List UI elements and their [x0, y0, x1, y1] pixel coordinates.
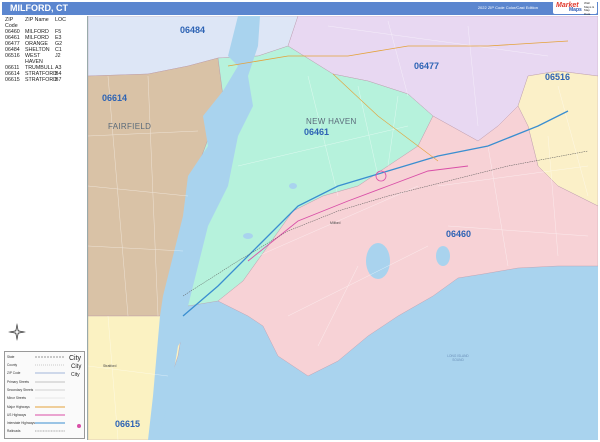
place-label-milford: Milford [330, 221, 341, 225]
zip-table-header: ZIP Code ZIP Name LOC [5, 17, 69, 29]
zip-label-06516: 06516 [545, 72, 571, 82]
zip-table-row: 06615 STRATFORD B7 [5, 77, 69, 83]
logo-tagline: Wall Maps & Map Data [584, 1, 595, 16]
map-legend: State County ZIP Code Primary Streets Se… [4, 351, 85, 439]
zip-code-table: ZIP Code ZIP Name LOC 06460 MILFORD F5 064… [5, 17, 69, 83]
map-frame: MILFORD, CT 2022 ZIP Code Color/Cast Edi… [0, 0, 600, 442]
zip-label-06614: 06614 [102, 93, 128, 103]
compass-rose-icon [8, 323, 26, 341]
pond [289, 183, 297, 189]
title-bar: MILFORD, CT 2022 ZIP Code Color/Cast Edi… [2, 2, 598, 15]
gulf-pond [436, 246, 450, 266]
map-title: MILFORD, CT [10, 3, 68, 13]
county-label-fairfield: FAIRFIELD [108, 122, 152, 131]
publisher-logo: Market Maps Wall Maps & Map Data [553, 1, 597, 16]
zip-table-row: 06516 WEST HAVEN J2 [5, 53, 69, 65]
zip-map-canvas[interactable] [88, 16, 598, 440]
zip-code-cell: 06615 [5, 77, 20, 83]
edition-label: 2022 ZIP Code Color/Cast Edition [477, 5, 538, 10]
logo-text-maps: Maps [569, 7, 582, 13]
pond [243, 233, 253, 239]
zip-name-cell: STRATFORD [25, 77, 57, 83]
zip-loc-cell: B7 [55, 77, 62, 83]
zip-label-06461: 06461 [304, 127, 330, 137]
zip-table-header-code: ZIP Code [5, 17, 18, 29]
county-label-new-haven: NEW HAVEN [306, 117, 357, 126]
zip-label-06477: 06477 [414, 61, 440, 71]
zip-code-cell: 06516 [5, 53, 20, 59]
legend-swatches [35, 356, 81, 432]
zip-loc-cell: J2 [55, 53, 61, 59]
zip-label-06615: 06615 [115, 419, 141, 429]
map-area[interactable]: 06484 06477 06516 06614 06461 06460 0661… [88, 16, 598, 440]
water-label-long-island-sound: LONG ISLAND SOUND [447, 354, 469, 362]
zip-table-header-name: ZIP Name [25, 17, 49, 23]
zip-table-header-loc: LOC [55, 17, 66, 23]
place-label-stratford: Stratford [103, 364, 117, 368]
zip-name-cell: WEST HAVEN [25, 53, 43, 65]
zip-label-06460: 06460 [446, 229, 472, 239]
zip-label-06484: 06484 [180, 25, 206, 35]
milford-harbor [366, 243, 390, 279]
